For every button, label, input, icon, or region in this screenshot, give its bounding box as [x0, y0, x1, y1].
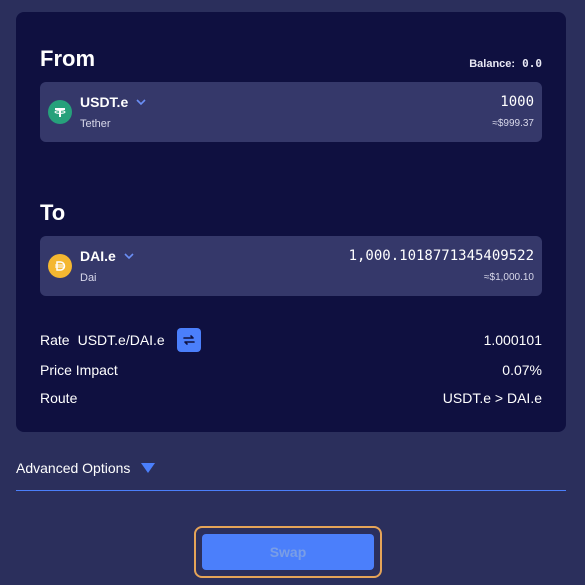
swap-rate-direction-button[interactable]: [176, 328, 201, 352]
chevron-down-icon: [136, 99, 146, 106]
from-token-selector[interactable]: USDT.e: [80, 94, 146, 110]
to-usd-value: ≈$1,000.10: [484, 272, 534, 283]
swap-button-focus-ring: Swap: [194, 526, 382, 578]
route-row: Route USDT.e > DAI.e: [40, 387, 542, 409]
route-value: USDT.e > DAI.e: [442, 390, 542, 406]
arrows-swap-icon: [182, 335, 195, 345]
from-usd-value: ≈$999.37: [492, 118, 534, 129]
from-token-symbol: USDT.e: [80, 94, 129, 110]
route-label: Route: [40, 390, 78, 406]
to-token-name: Dai: [80, 272, 97, 284]
from-token-box[interactable]: USDT.e Tether 1000 ≈$999.37: [40, 82, 542, 142]
divider: [16, 490, 566, 491]
price-impact-row: Price Impact 0.07%: [40, 359, 542, 381]
from-amount-input[interactable]: 1000: [500, 94, 534, 110]
from-token-name: Tether: [80, 118, 111, 130]
swap-card: From Balance: 0.0 USDT.e Tether 1000 ≈$9…: [16, 12, 566, 432]
rate-value: 1.000101: [483, 332, 542, 348]
to-token-selector[interactable]: DAI.e: [80, 248, 134, 264]
caret-down-icon: [141, 463, 156, 473]
rate-row: Rate USDT.e/DAI.e 1.000101: [40, 328, 542, 352]
tether-icon: [48, 100, 72, 124]
price-impact-label: Price Impact: [40, 362, 118, 378]
to-title: To: [40, 200, 66, 225]
balance-label: Balance:: [469, 58, 516, 70]
price-impact-value: 0.07%: [502, 362, 542, 378]
to-token-box[interactable]: DAI.e Dai 1,000.1018771345409522 ≈$1,000…: [40, 236, 542, 296]
chevron-down-icon: [124, 253, 134, 260]
advanced-options-toggle[interactable]: Advanced Options: [16, 460, 156, 476]
dai-icon: [48, 254, 72, 278]
advanced-options-label: Advanced Options: [16, 460, 131, 476]
swap-button[interactable]: Swap: [202, 534, 374, 570]
balance-value: 0.0: [522, 57, 542, 70]
to-token-symbol: DAI.e: [80, 248, 116, 264]
to-amount: 1,000.1018771345409522: [348, 248, 534, 264]
rate-pair: USDT.e/DAI.e: [77, 332, 165, 348]
balance: Balance: 0.0: [469, 57, 542, 70]
from-title: From: [40, 46, 95, 71]
rate-label: Rate: [40, 332, 70, 348]
